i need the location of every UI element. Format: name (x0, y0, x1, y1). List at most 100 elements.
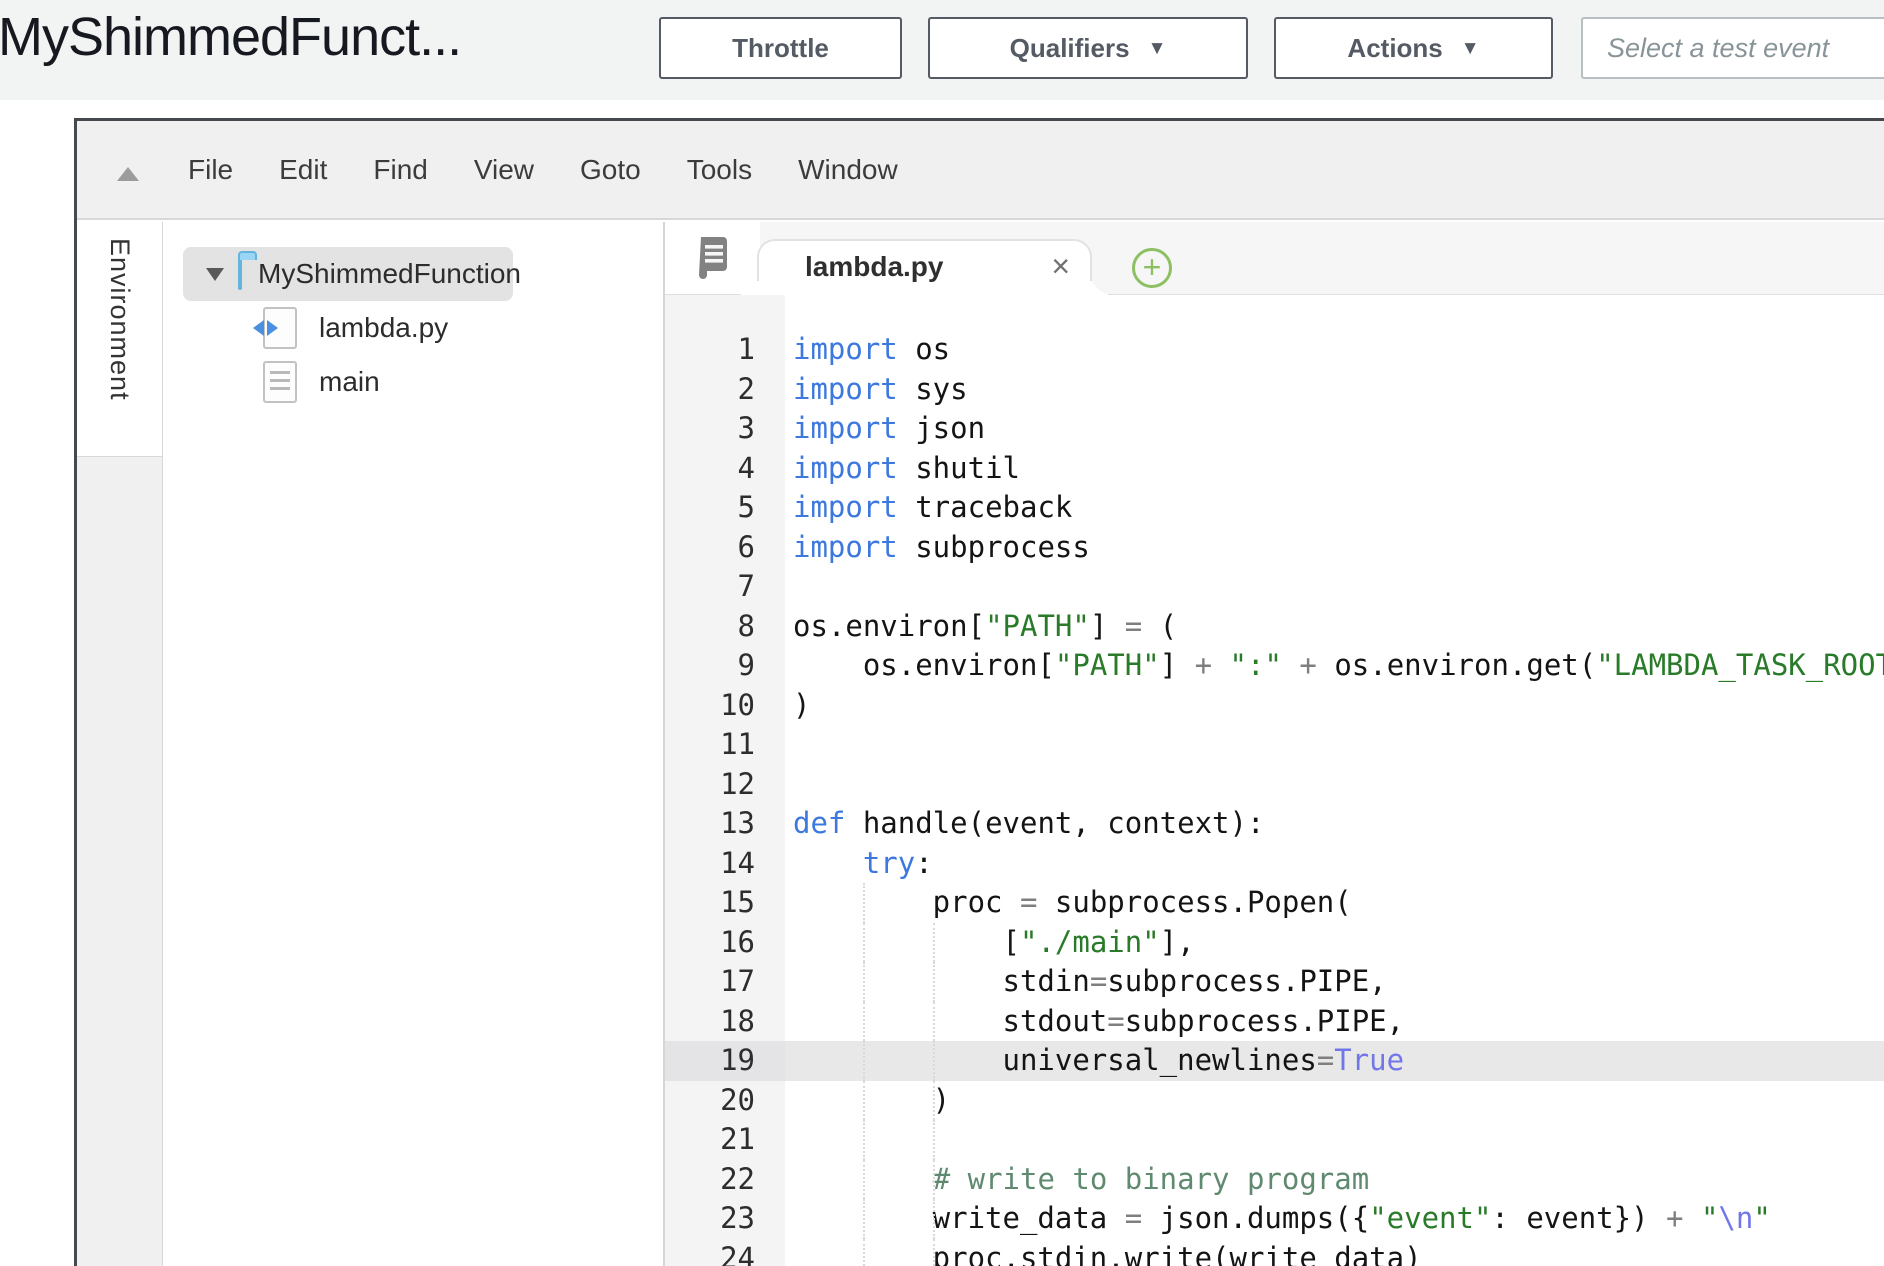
code-line-content: import os (785, 330, 1884, 370)
indent-guide (933, 1002, 935, 1042)
caret-down-icon[interactable] (206, 268, 224, 281)
code-line-content (785, 725, 1884, 765)
tree-row-file[interactable]: lambda.py (163, 301, 663, 355)
line-number: 16 (665, 923, 785, 963)
line-number: 11 (665, 725, 785, 765)
code-line: 22 # write to binary program (665, 1160, 1884, 1200)
throttle-button[interactable]: Throttle (659, 17, 902, 79)
file-tree: MyShimmedFunction lambda.py main (163, 222, 665, 1266)
menu-item-edit[interactable]: Edit (279, 154, 327, 186)
menu-item-find[interactable]: Find (373, 154, 427, 186)
lambda-console-screen: MyShimmedFunct... Throttle Qualifiers ▼ … (0, 0, 1884, 1266)
line-number: 23 (665, 1199, 785, 1239)
indent-guide (863, 1160, 865, 1200)
line-number: 14 (665, 844, 785, 884)
code-line-content: stdout=subprocess.PIPE, (785, 1002, 1884, 1042)
collapse-menubar-icon[interactable] (117, 167, 139, 181)
environment-tab-label: Environment (104, 238, 135, 401)
line-number: 20 (665, 1081, 785, 1121)
code-line: 6import subprocess (665, 528, 1884, 568)
code-line: 18 stdout=subprocess.PIPE, (665, 1002, 1884, 1042)
indent-guide (863, 1199, 865, 1239)
folder-name: MyShimmedFunction (258, 258, 521, 290)
tree-row-folder[interactable]: MyShimmedFunction (183, 247, 513, 301)
code-line: 23 write_data = json.dumps({"event": eve… (665, 1199, 1884, 1239)
line-number: 8 (665, 607, 785, 647)
qualifiers-button[interactable]: Qualifiers ▼ (928, 17, 1248, 79)
environment-tab[interactable]: Environment (77, 222, 162, 457)
line-number: 10 (665, 686, 785, 726)
editor-content: Environment MyShimmedFunction lambda.py m… (77, 222, 1884, 1266)
indent-guide (863, 1002, 865, 1042)
test-event-placeholder: Select a test event (1607, 33, 1829, 64)
folder-icon (238, 258, 242, 290)
code-line-content: # write to binary program (785, 1160, 1884, 1200)
open-files-list-icon[interactable] (695, 235, 729, 279)
line-number: 12 (665, 765, 785, 805)
code-line: 5import traceback (665, 488, 1884, 528)
file-name: lambda.py (319, 312, 448, 344)
menu-item-view[interactable]: View (474, 154, 534, 186)
tab-bar: lambda.py × + (665, 222, 1884, 295)
line-number: 4 (665, 449, 785, 489)
code-line-content: import subprocess (785, 528, 1884, 568)
menu-item-file[interactable]: File (188, 154, 233, 186)
cloud9-editor-frame: File Edit Find View Goto Tools Window Environm… (74, 118, 1884, 1266)
tab-lambda-py[interactable]: lambda.py × (757, 239, 1092, 295)
line-number: 13 (665, 804, 785, 844)
indent-guide (863, 1120, 865, 1160)
text-file-icon (263, 361, 297, 403)
code-line-content: try: (785, 844, 1884, 884)
code-line-content: import json (785, 409, 1884, 449)
code-line-content: import shutil (785, 449, 1884, 489)
code-line-content: write_data = json.dumps({"event": event}… (785, 1199, 1884, 1239)
code-line-content: ) (785, 1081, 1884, 1121)
indent-guide (933, 1239, 935, 1266)
actions-button-label: Actions (1347, 33, 1442, 64)
code-line: 20 ) (665, 1081, 1884, 1121)
function-header: MyShimmedFunct... Throttle Qualifiers ▼ … (0, 0, 1884, 100)
editor-pane: lambda.py × + 1import os2import sys3impo… (665, 222, 1884, 1266)
code-line: 16 ["./main"], (665, 923, 1884, 963)
indent-guide (933, 1081, 935, 1121)
close-icon[interactable]: × (1051, 248, 1070, 285)
menu-items: File Edit Find View Goto Tools Window (188, 121, 898, 218)
test-event-select[interactable]: Select a test event (1581, 17, 1884, 79)
indent-guide (933, 1120, 935, 1160)
code-line-content: stdin=subprocess.PIPE, (785, 962, 1884, 1002)
code-line: 15 proc = subprocess.Popen( (665, 883, 1884, 923)
code-line-content: def handle(event, context): (785, 804, 1884, 844)
code-line-content (785, 1120, 1884, 1160)
code-line-content: proc = subprocess.Popen( (785, 883, 1884, 923)
line-number: 22 (665, 1160, 785, 1200)
chevron-down-icon: ▼ (1461, 39, 1480, 58)
line-number: 3 (665, 409, 785, 449)
indent-guide (933, 962, 935, 1002)
menu-item-tools[interactable]: Tools (687, 154, 752, 186)
editor-menu-bar: File Edit Find View Goto Tools Window (77, 121, 1884, 220)
line-number: 17 (665, 962, 785, 1002)
file-name: main (319, 366, 380, 398)
code-line: 4import shutil (665, 449, 1884, 489)
code-file-icon (263, 307, 297, 349)
menu-item-goto[interactable]: Goto (580, 154, 641, 186)
line-number: 7 (665, 567, 785, 607)
actions-button[interactable]: Actions ▼ (1274, 17, 1553, 79)
code-line: 21 (665, 1120, 1884, 1160)
indent-guide (933, 923, 935, 963)
code-editor[interactable]: 1import os2import sys3import json4import… (665, 295, 1884, 1266)
side-tab-strip: Environment (77, 222, 163, 1266)
indent-guide (863, 923, 865, 963)
indent-guide (863, 1239, 865, 1266)
menu-item-window[interactable]: Window (798, 154, 898, 186)
tree-row-file[interactable]: main (163, 355, 663, 409)
code-line: 12 (665, 765, 1884, 805)
new-tab-button[interactable]: + (1132, 248, 1172, 288)
line-number: 1 (665, 330, 785, 370)
code-line-content (785, 567, 1884, 607)
indent-guide (933, 1160, 935, 1200)
code-line-content: os.environ["PATH"] + ":" + os.environ.ge… (785, 646, 1884, 686)
code-line: 10) (665, 686, 1884, 726)
indent-guide (863, 1041, 865, 1081)
code-line: 2import sys (665, 370, 1884, 410)
